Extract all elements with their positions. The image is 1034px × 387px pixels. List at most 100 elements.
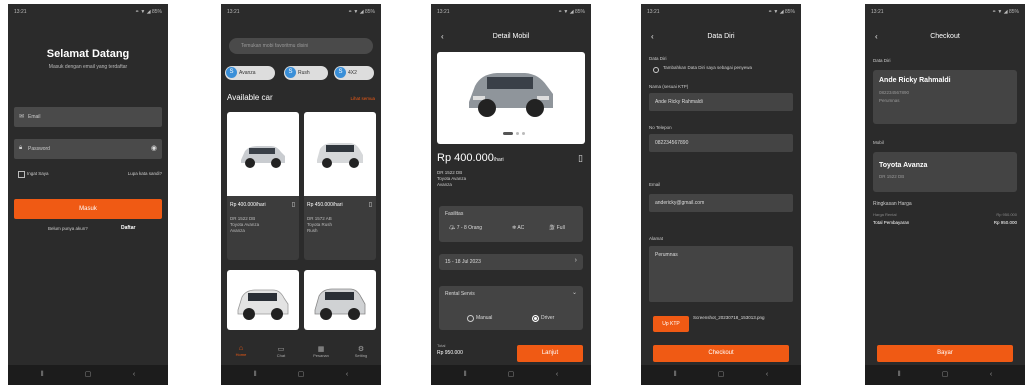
continue-button[interactable]: Lanjut	[517, 345, 583, 362]
pay-button[interactable]: Bayar	[877, 345, 1013, 362]
chip-rush[interactable]: S Rush	[284, 66, 328, 80]
radio-driver[interactable]	[532, 315, 539, 322]
total-value: Rp 950.000	[437, 350, 463, 356]
phone-label: No Telepon	[649, 125, 672, 130]
facilities-panel: Fasilitas ⛺︎ 7 - 8 Orang ❄ AC ⛽︎ Full	[439, 206, 583, 242]
gallery-dot	[522, 132, 525, 135]
car-card[interactable]: Rp 450.000/hari ▯ DR 1572 AB Toyota Rush…	[304, 112, 376, 260]
forgot-password-link[interactable]: Lupa kata sandi?	[128, 171, 162, 176]
remember-checkbox[interactable]	[18, 171, 25, 178]
status-bar: 13:21 ⚭ ▼ ◢ 85%	[871, 9, 1019, 17]
email-field[interactable]: andericky@gmail.com	[649, 194, 793, 212]
status-icons: ⚭ ▼ ◢ 85%	[134, 9, 162, 15]
renter-address: Perumnas	[879, 98, 900, 103]
self-renter-radio[interactable]	[653, 67, 659, 73]
car-detail-screen: 13:21 ⚭ ▼ ◢ 85% ‹ Detail Mobil Rp 400.00…	[431, 4, 591, 385]
recents-icon[interactable]: ⦀	[461, 371, 469, 379]
self-renter-label: Tambahkan Data Diri saya sebagai penyewa	[663, 65, 753, 70]
email-field[interactable]: ✉ Email	[14, 107, 162, 127]
car-chip-icon: S	[226, 67, 237, 78]
car-section-label: Mobil	[873, 140, 884, 145]
page-title: Detail Mobil	[492, 33, 530, 40]
chip-4x2[interactable]: S 4X2	[334, 66, 374, 80]
name-label: Nama (sesuai KTP)	[649, 84, 689, 89]
login-screen: 13:21 ⚭ ▼ ◢ 85% Selamat Datang Masuk den…	[8, 4, 168, 385]
recents-icon[interactable]: ⦀	[671, 371, 679, 379]
back-nav-icon[interactable]: ‹	[553, 371, 561, 379]
search-input[interactable]: Temukan mobi favoritmu disini	[229, 38, 373, 54]
car-illustration	[237, 289, 289, 320]
status-time: 13:21	[871, 9, 884, 15]
recents-icon[interactable]: ⦀	[38, 371, 46, 379]
password-field[interactable]: 🔒︎ Password ◉	[14, 139, 162, 159]
login-button[interactable]: Masuk	[14, 199, 162, 219]
phone-field[interactable]: 082234567890	[649, 134, 793, 152]
tab-label: Setting	[354, 353, 368, 358]
car-card[interactable]	[304, 270, 376, 330]
car-chip-icon: S	[335, 67, 346, 78]
fuel-text: Full	[556, 225, 565, 231]
name-value: Ande Ricky Rahmaldi	[655, 99, 703, 105]
mail-icon: ✉	[19, 114, 25, 120]
eye-icon[interactable]: ◉	[151, 144, 157, 152]
car-card[interactable]: Rp 400.000/hari ▯ DR 1522 DB Toyota Avan…	[227, 112, 299, 260]
chip-avanza[interactable]: S Avanza	[225, 66, 275, 80]
tab-chat[interactable]: ▭ Chat	[263, 345, 299, 358]
back-nav-icon[interactable]: ‹	[130, 371, 138, 379]
radio-manual[interactable]	[467, 315, 474, 322]
status-icons: ⚭ ▼ ◢ 85%	[991, 9, 1019, 15]
rent-label: Harga Rental	[873, 212, 897, 217]
page-title: Checkout	[930, 33, 960, 40]
tab-home[interactable]: ⌂ Home	[223, 345, 259, 357]
tab-orders[interactable]: ▦ Pesanan	[303, 345, 339, 358]
home-nav-icon[interactable]: ▢	[507, 371, 515, 379]
chevron-down-icon[interactable]: ⌄	[572, 289, 577, 296]
page-title: Data Diri	[707, 33, 735, 40]
password-placeholder: Password	[28, 146, 50, 152]
car-name: Toyota Avanza	[879, 162, 928, 169]
recents-icon[interactable]: ⦀	[895, 371, 903, 379]
chip-label: Avanza	[239, 70, 256, 76]
email-value: andericky@gmail.com	[655, 200, 705, 206]
back-nav-icon[interactable]: ‹	[763, 371, 771, 379]
car-image	[227, 112, 299, 196]
name-field[interactable]: Ande Ricky Rahmaldi	[649, 93, 793, 111]
price-amount: Rp 400.000	[437, 152, 494, 164]
total-label: Total	[437, 343, 446, 348]
car-plate: DR 1522 DB	[437, 170, 463, 175]
see-all-link[interactable]: Lihat semua	[350, 96, 375, 101]
address-label: Alamat	[649, 236, 664, 241]
status-icons: ⚭ ▼ ◢ 85%	[347, 9, 375, 15]
home-screen: 13:21 ⚭ ▼ ◢ 85% Temukan mobi favoritmu d…	[221, 4, 381, 385]
card-specs: DR 1522 DB Toyota Avanza Avanza	[230, 216, 259, 234]
address-field[interactable]: Perumnas	[649, 246, 793, 302]
bookmark-icon[interactable]: ▯	[369, 201, 372, 208]
bookmark-icon[interactable]: ▯	[578, 153, 583, 164]
bookmark-icon[interactable]: ▯	[292, 201, 295, 208]
recents-icon[interactable]: ⦀	[251, 371, 259, 379]
back-nav-icon[interactable]: ‹	[987, 371, 995, 379]
date-text: 15 - 18 Jul 2023	[445, 259, 481, 265]
home-nav-icon[interactable]: ▢	[941, 371, 949, 379]
car-card[interactable]	[227, 270, 299, 330]
tab-label: Pesanan	[313, 353, 329, 358]
home-nav-icon[interactable]: ▢	[717, 371, 725, 379]
back-nav-icon[interactable]: ‹	[343, 371, 351, 379]
car-gallery[interactable]	[437, 52, 585, 144]
checkout-button[interactable]: Checkout	[653, 345, 789, 362]
address-value: Perumnas	[655, 252, 678, 258]
phone-value: 082234567890	[655, 140, 689, 146]
status-time: 13:21	[227, 9, 240, 15]
card-price: Rp 450.000/hari	[307, 202, 343, 208]
system-nav-bar: ⦀ ▢ ‹	[641, 365, 801, 385]
home-icon: ⌂	[238, 345, 244, 352]
welcome-title: Selamat Datang	[46, 48, 130, 60]
upload-ktp-button[interactable]: Up KTP	[653, 316, 689, 332]
tab-settings[interactable]: ⚙ Setting	[343, 345, 379, 358]
home-nav-icon[interactable]: ▢	[297, 371, 305, 379]
system-nav-bar: ⦀ ▢ ‹	[221, 365, 381, 385]
facility-fuel: ⛽︎ Full	[549, 225, 565, 231]
date-selector[interactable]: 15 - 18 Jul 2023 ›	[439, 254, 583, 270]
home-nav-icon[interactable]: ▢	[84, 371, 92, 379]
register-link[interactable]: Daftar	[121, 225, 135, 231]
